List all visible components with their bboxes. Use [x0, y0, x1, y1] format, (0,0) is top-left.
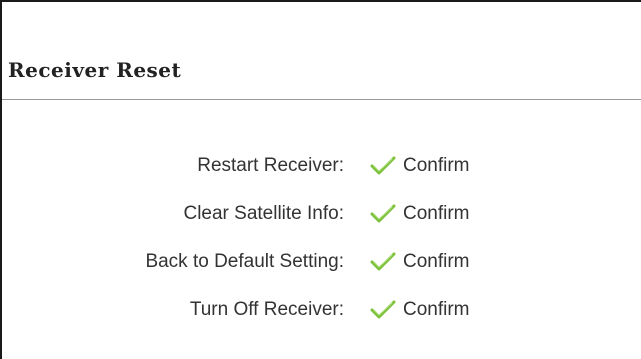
check-icon [370, 252, 396, 271]
confirm-clear-satellite-info-button[interactable]: Confirm [370, 200, 470, 228]
reset-row-back-to-default-setting: Back to Default Setting: Confirm [2, 248, 641, 276]
check-icon [370, 300, 396, 319]
confirm-label: Confirm [403, 251, 470, 272]
confirm-back-to-default-setting-button[interactable]: Confirm [370, 248, 470, 276]
reset-row-clear-satellite-info: Clear Satellite Info: Confirm [2, 200, 641, 228]
row-label: Turn Off Receiver: [189, 299, 344, 320]
check-icon [370, 204, 396, 223]
reset-row-restart-receiver: Restart Receiver: Confirm [2, 152, 641, 180]
receiver-reset-panel: Receiver Reset Restart Receiver: Confirm… [0, 0, 641, 359]
page-title: Receiver Reset [8, 58, 182, 82]
confirm-label: Confirm [403, 299, 470, 320]
row-label: Restart Receiver: [197, 155, 344, 176]
reset-row-turn-off-receiver: Turn Off Receiver: Confirm [2, 296, 641, 324]
confirm-restart-receiver-button[interactable]: Confirm [370, 152, 470, 180]
check-icon [370, 156, 396, 175]
row-label: Clear Satellite Info: [183, 203, 344, 224]
confirm-turn-off-receiver-button[interactable]: Confirm [370, 296, 470, 324]
row-label: Back to Default Setting: [145, 251, 344, 272]
panel-header: Receiver Reset [2, 2, 641, 100]
confirm-label: Confirm [403, 203, 470, 224]
confirm-label: Confirm [403, 155, 470, 176]
